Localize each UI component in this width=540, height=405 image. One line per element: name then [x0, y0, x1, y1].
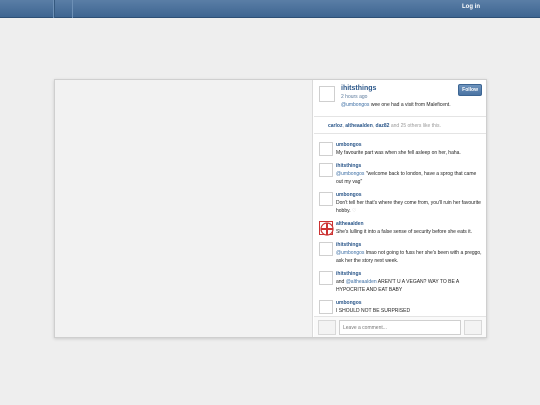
- heart-icon[interactable]: ♡: [352, 208, 356, 214]
- poster-avatar[interactable]: [319, 86, 335, 102]
- photo-sidebar: ihitsthings 2 hours ago @umbongos wee on…: [314, 80, 486, 337]
- likes-and: and: [389, 123, 401, 129]
- likes-summary: carloz, altheaalden, daz82 and 25 others…: [314, 117, 486, 134]
- comment-text: My favourite part was when she fell asle…: [336, 150, 461, 156]
- login-link[interactable]: Log in: [462, 4, 480, 10]
- commenter-avatar[interactable]: [319, 271, 333, 285]
- comment-item: umbongos Don't tell her that's where the…: [314, 191, 486, 215]
- commenter-username[interactable]: altheaalden: [336, 220, 482, 228]
- comment-text: I SHOULD NOT BE SURPRISED: [336, 308, 411, 314]
- caption-mention[interactable]: @umbongos: [341, 102, 369, 108]
- comment-text: She's lulling it into a false sense of s…: [336, 229, 473, 235]
- top-navigation-bar: Log in: [0, 0, 540, 18]
- like-user[interactable]: carloz: [328, 123, 342, 129]
- comment-mention[interactable]: @umbongos: [336, 250, 364, 256]
- more-options-button[interactable]: [464, 320, 482, 335]
- commenter-username[interactable]: umbongos: [336, 299, 482, 307]
- comment-item: umbongos My favourite part was when she …: [314, 141, 486, 157]
- like-user[interactable]: daz82: [376, 123, 390, 129]
- commenter-username[interactable]: umbongos: [336, 141, 482, 149]
- post-caption: @umbongos wee one had a visit from Malef…: [341, 102, 451, 108]
- comment-mention[interactable]: @umbongos: [336, 171, 364, 177]
- cross-icon: [320, 222, 334, 236]
- photo-modal: ihitsthings 2 hours ago @umbongos wee on…: [54, 79, 487, 338]
- comment-input[interactable]: [339, 320, 461, 335]
- post-header: ihitsthings 2 hours ago @umbongos wee on…: [314, 80, 486, 117]
- commenter-username[interactable]: ihitsthings: [336, 241, 482, 249]
- commenter-username[interactable]: ihitsthings: [336, 270, 482, 278]
- like-button[interactable]: [318, 320, 336, 335]
- comment-item: ihitsthings and @altheaalden AREN'T U A …: [314, 270, 486, 294]
- like-user[interactable]: altheaalden: [345, 123, 373, 129]
- post-timestamp: 2 hours ago: [341, 94, 368, 100]
- commenter-avatar[interactable]: [319, 242, 333, 256]
- comments-list[interactable]: umbongos My favourite part was when she …: [314, 136, 486, 316]
- follow-button[interactable]: Follow: [458, 84, 482, 96]
- comment-mention[interactable]: @altheaalden: [346, 279, 377, 285]
- nav-logo-segment[interactable]: [0, 0, 54, 18]
- commenter-avatar[interactable]: [319, 142, 333, 156]
- commenter-username[interactable]: ihitsthings: [336, 162, 482, 170]
- comment-item: umbongos I SHOULD NOT BE SURPRISED: [314, 299, 486, 315]
- comment-item: ihitsthings @umbongos lmao not going to …: [314, 241, 486, 265]
- commenter-avatar-flag[interactable]: [319, 221, 334, 236]
- commenter-avatar[interactable]: [319, 300, 333, 314]
- likes-others-text: others like this.: [406, 123, 441, 129]
- commenter-avatar[interactable]: [319, 192, 333, 206]
- comment-item: ihitsthings @umbongos "welcome back to l…: [314, 162, 486, 186]
- photo-area[interactable]: [55, 80, 313, 337]
- comment-footer: [314, 316, 486, 337]
- nav-divider-segment[interactable]: [54, 0, 73, 18]
- comment-item: altheaalden She's lulling it into a fals…: [314, 220, 486, 236]
- poster-username[interactable]: ihitsthings: [341, 85, 376, 92]
- comment-text: Don't tell her that's where they come fr…: [336, 200, 481, 214]
- caption-text: wee one had a visit from Maleficent.: [369, 102, 451, 108]
- commenter-username[interactable]: umbongos: [336, 191, 482, 199]
- comment-prefix: and: [336, 279, 346, 285]
- commenter-avatar[interactable]: [319, 163, 333, 177]
